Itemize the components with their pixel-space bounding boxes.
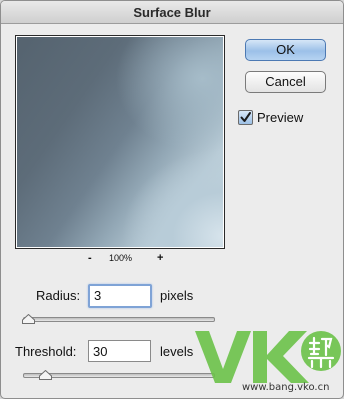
ok-button[interactable]: OK — [245, 39, 326, 61]
preview-pane[interactable] — [15, 35, 225, 249]
threshold-value: 30 — [93, 344, 108, 359]
preview-checkbox[interactable] — [238, 110, 253, 125]
surface-blur-dialog: Surface Blur - 100% + OK Cancel Preview … — [0, 0, 344, 399]
threshold-slider-thumb[interactable] — [39, 370, 52, 380]
threshold-label: Threshold: — [15, 344, 77, 359]
radius-input[interactable]: 3 — [88, 284, 152, 308]
radius-unit: pixels — [160, 288, 194, 303]
dialog-title: Surface Blur — [133, 5, 211, 20]
threshold-unit: levels — [160, 344, 194, 359]
radius-value: 3 — [94, 288, 102, 303]
threshold-input[interactable]: 30 — [88, 340, 151, 362]
radius-slider-track[interactable] — [23, 317, 215, 322]
cancel-button[interactable]: Cancel — [245, 71, 326, 93]
zoom-in-button[interactable]: + — [157, 252, 163, 264]
watermark-url: www.bang.vko.cn — [242, 382, 330, 393]
preview-checkbox-label[interactable]: Preview — [257, 110, 303, 125]
checkmark-icon — [240, 112, 251, 122]
title-bar[interactable]: Surface Blur — [1, 1, 343, 24]
preview-image[interactable] — [17, 37, 223, 247]
radius-label: Radius: — [36, 288, 81, 303]
zoom-level: 100% — [109, 253, 133, 263]
radius-slider-thumb[interactable] — [22, 314, 35, 324]
zoom-out-button[interactable]: - — [88, 252, 92, 264]
